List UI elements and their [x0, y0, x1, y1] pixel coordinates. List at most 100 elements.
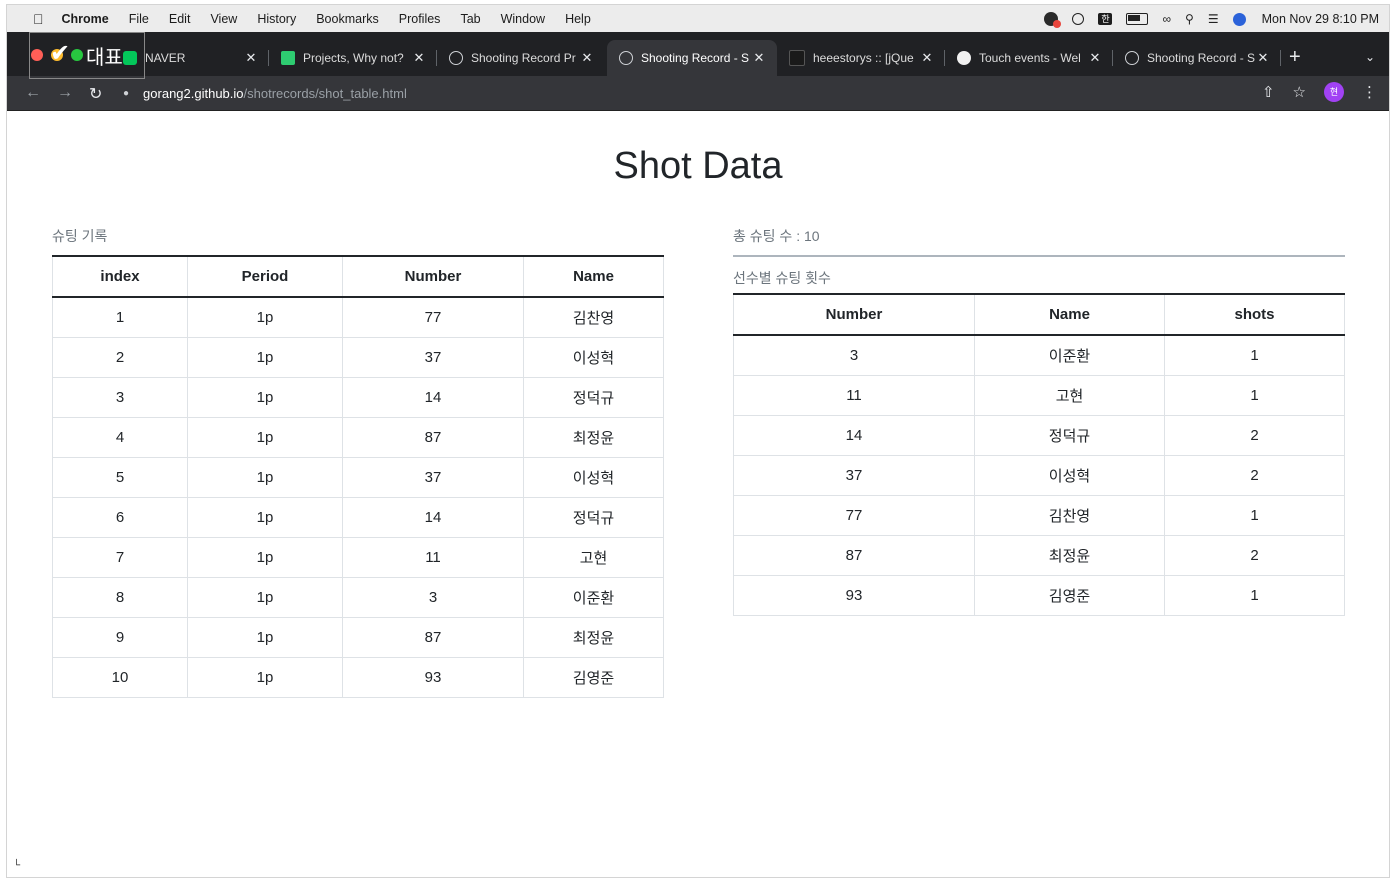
table-cell: 1p	[187, 457, 343, 498]
tab-label: Projects, Why not?	[303, 51, 404, 65]
input-source-icon[interactable]: 한	[1098, 12, 1113, 26]
table-cell: 93	[733, 575, 975, 616]
table-cell: 이준환	[974, 334, 1165, 376]
table-row: 8 1p 3 이준환	[52, 577, 664, 618]
tab-projects[interactable]: Projects, Why not? ✕	[269, 40, 437, 76]
tab-shooting-record-3[interactable]: Shooting Record - S ✕	[1113, 40, 1281, 76]
menu-file[interactable]: File	[129, 12, 149, 26]
table-row: 14 정덕규 2	[733, 415, 1345, 456]
tab-label: Shooting Record - S	[1147, 51, 1255, 65]
table-cell: 6	[52, 497, 188, 538]
close-tab-icon[interactable]: ✕	[411, 50, 427, 66]
table-cell: 1p	[187, 377, 343, 418]
menu-profiles[interactable]: Profiles	[399, 12, 441, 26]
new-tab-button[interactable]: +	[1289, 46, 1301, 69]
wifi-icon[interactable]: ∞	[1162, 12, 1171, 26]
menu-chrome[interactable]: Chrome	[62, 12, 109, 26]
column-header-index: index	[52, 255, 188, 298]
table-cell: 9	[52, 617, 188, 658]
menu-history[interactable]: History	[257, 12, 296, 26]
table-cell: 11	[733, 375, 975, 416]
table-cell: 1	[1164, 375, 1345, 416]
table-row: 1 1p 77 김찬영	[52, 296, 664, 338]
table-cell: 1	[1164, 575, 1345, 616]
column-header-name: Name	[974, 293, 1165, 336]
table-cell: 김찬영	[974, 495, 1165, 536]
back-arrow-icon[interactable]: ←	[25, 84, 41, 102]
table-row: 77 김찬영 1	[733, 495, 1345, 536]
search-icon[interactable]: ⚲	[1185, 12, 1194, 26]
table-cell: 최정윤	[523, 417, 664, 458]
close-tab-icon[interactable]: ✕	[243, 50, 259, 66]
menu-tab[interactable]: Tab	[460, 12, 480, 26]
table-cell: 1p	[187, 497, 343, 538]
table-cell: 고현	[523, 537, 664, 578]
table-cell: 5	[52, 457, 188, 498]
apple-icon[interactable]: 	[33, 11, 44, 27]
play-icon[interactable]	[1072, 12, 1085, 26]
table-cell: 2	[1164, 535, 1345, 576]
tab-touch-events[interactable]: Touch events - Wel ✕	[945, 40, 1113, 76]
checkmark-icon: ✔	[50, 39, 71, 67]
table-cell: 93	[342, 657, 524, 698]
tab-shooting-record-1[interactable]: Shooting Record Pr ✕	[437, 40, 605, 76]
reload-icon[interactable]: ↻	[89, 84, 102, 104]
share-icon[interactable]: ⇧	[1262, 83, 1275, 101]
battery-icon[interactable]	[1126, 12, 1149, 26]
menu-bookmarks[interactable]: Bookmarks	[316, 12, 379, 26]
menu-edit[interactable]: Edit	[169, 12, 191, 26]
tab-search-chevron-icon[interactable]: ⌄	[1365, 50, 1375, 64]
table-cell: 1p	[187, 617, 343, 658]
shot-record-section: 슈팅 기록 index Period Number Name 1 1p 77 김찬영 2…	[52, 227, 664, 698]
close-tab-icon[interactable]: ✕	[1255, 50, 1271, 66]
summary-section: 총 슈팅 수 : 10 선수별 슈팅 횟수 Number Name shots …	[733, 227, 1345, 616]
url-path: /shotrecords/shot_table.html	[243, 85, 407, 101]
notification-app-icon[interactable]	[1044, 11, 1062, 28]
clock[interactable]: Mon Nov 29 8:10 PM	[1262, 12, 1379, 26]
menu-window[interactable]: Window	[501, 12, 545, 26]
profile-avatar[interactable]: 현	[1324, 82, 1344, 102]
table-cell: 8	[52, 577, 188, 618]
player-shots-rows: 3 이준환 1 11 고현 1 14 정덕규 2 37 이성혁 2 77 김찬영 1 87 최정윤 2 93 김영준 1	[733, 334, 1345, 616]
browser-window:  Chrome File Edit View History Bookmark…	[6, 4, 1390, 878]
bookmark-star-icon[interactable]: ☆	[1293, 83, 1306, 101]
table-cell: 김영준	[974, 575, 1165, 616]
table-row: 7 1p 11 고현	[52, 537, 664, 578]
table-cell: 이성혁	[974, 455, 1165, 496]
tab-heeestorys[interactable]: heeestorys :: [jQue ✕	[777, 40, 945, 76]
table-cell: 1p	[187, 337, 343, 378]
forward-arrow-icon[interactable]: →	[57, 84, 73, 102]
overlay-badge[interactable]: ✔ 대표	[29, 32, 145, 79]
table-row: 3 이준환 1	[733, 334, 1345, 376]
shot-record-rows: 1 1p 77 김찬영 2 1p 37 이성혁 3 1p 14 정덕규 4 1p 87 최정윤 5 1p 37 이성혁…	[52, 296, 664, 698]
table-cell: 87	[342, 417, 524, 458]
lock-icon[interactable]: ●	[123, 88, 129, 99]
globe-icon	[1125, 51, 1139, 65]
table-cell: 1	[1164, 495, 1345, 536]
close-tab-icon[interactable]: ✕	[751, 50, 767, 66]
macos-menu-bar:  Chrome File Edit View History Bookmark…	[7, 5, 1389, 32]
table-cell: 1p	[187, 417, 343, 458]
table-cell: 87	[733, 535, 975, 576]
table-cell: 3	[342, 577, 524, 618]
menu-help[interactable]: Help	[565, 12, 591, 26]
table-cell: 김영준	[523, 657, 664, 698]
table-cell: 14	[342, 497, 524, 538]
close-tab-icon[interactable]: ✕	[579, 50, 595, 66]
table-cell: 10	[52, 657, 188, 698]
close-tab-icon[interactable]: ✕	[1087, 50, 1103, 66]
tab-shooting-record-active[interactable]: Shooting Record - S ✕	[607, 40, 777, 76]
table-row: 93 김영준 1	[733, 575, 1345, 616]
address-bar[interactable]: ● gorang2.github.io/shotrecords/shot_tab…	[119, 80, 1249, 106]
table-cell: 최정윤	[523, 617, 664, 658]
close-tab-icon[interactable]: ✕	[919, 50, 935, 66]
table-row: 2 1p 37 이성혁	[52, 337, 664, 378]
table-row: 87 최정윤 2	[733, 535, 1345, 576]
siri-icon[interactable]	[1232, 11, 1246, 26]
table-cell: 2	[52, 337, 188, 378]
more-menu-icon[interactable]: ⋮	[1362, 83, 1377, 101]
control-center-icon[interactable]: ☰	[1208, 12, 1219, 26]
menu-view[interactable]: View	[210, 12, 237, 26]
tab-label: Touch events - Wel	[979, 51, 1081, 65]
page-title: Shot Data	[613, 145, 783, 187]
